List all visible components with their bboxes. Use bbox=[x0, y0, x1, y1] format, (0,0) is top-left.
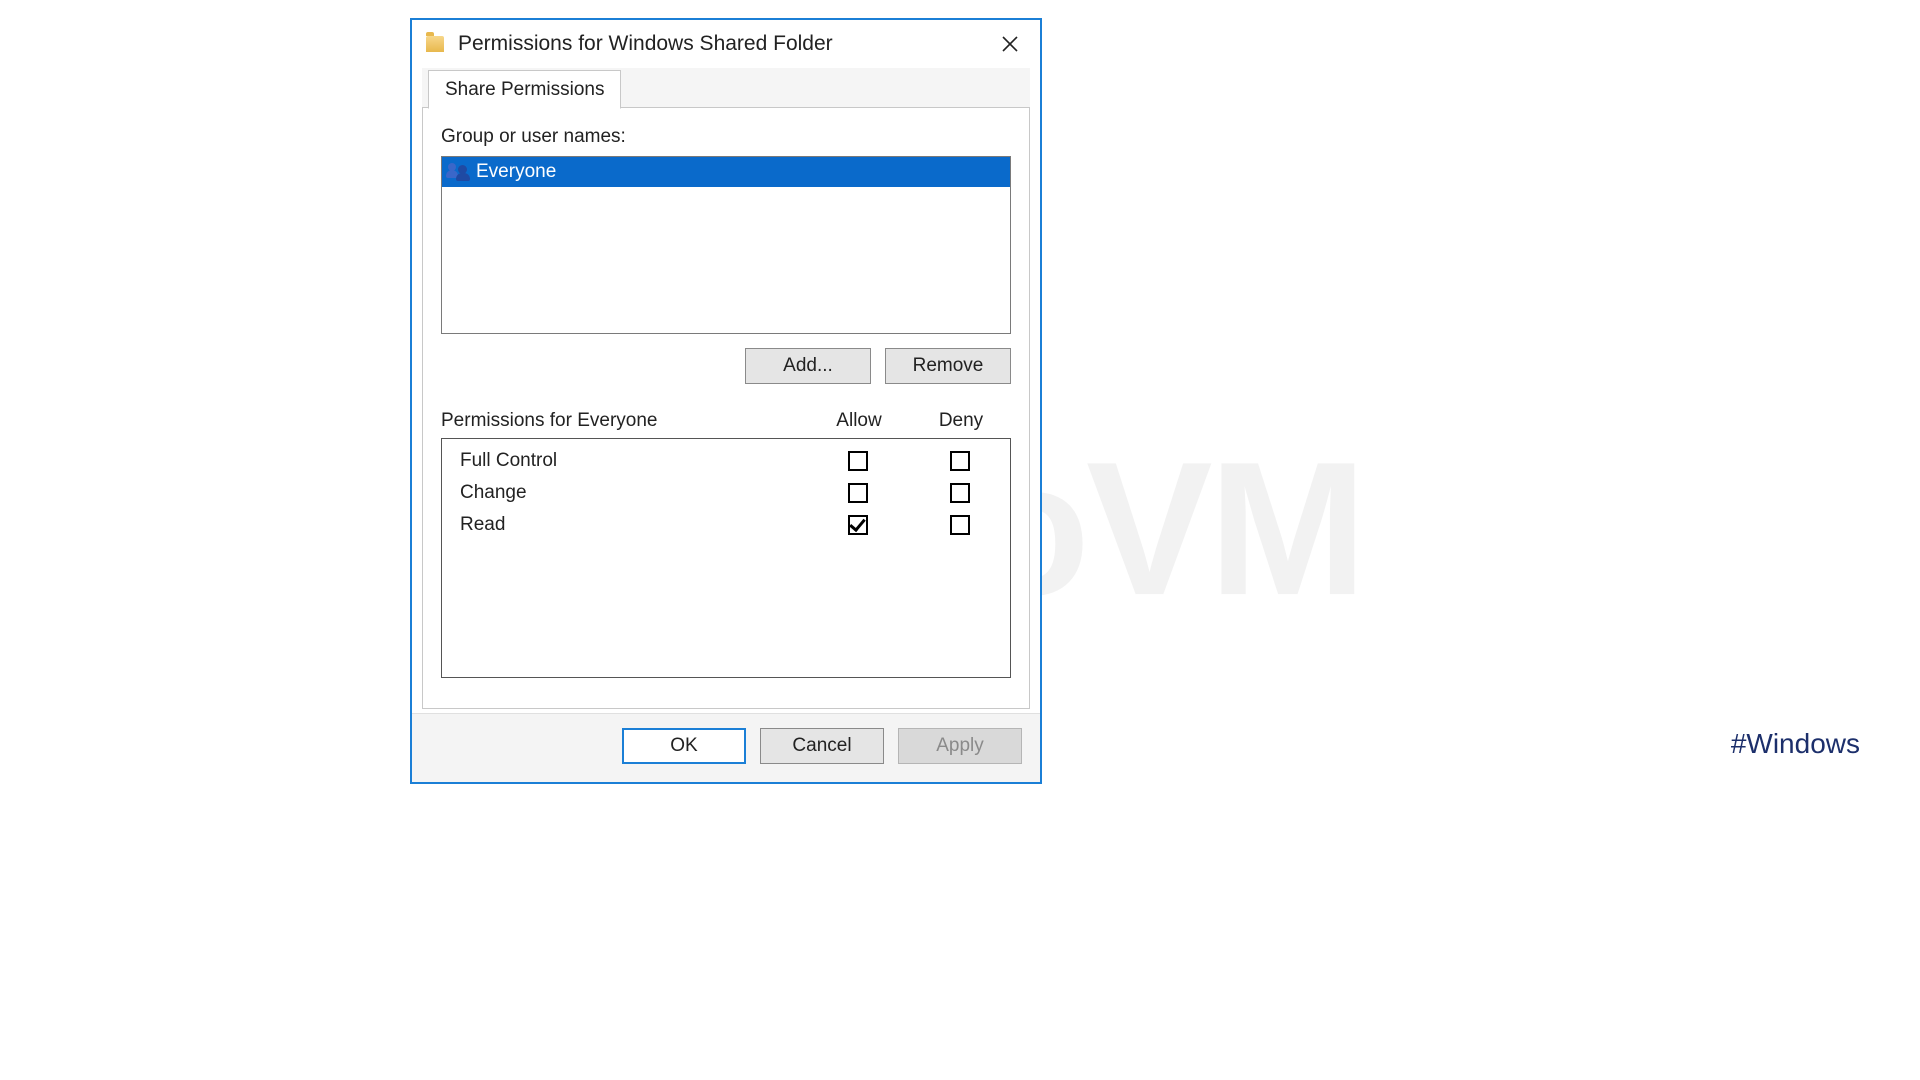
permissions-header: Permissions for Everyone Allow Deny bbox=[441, 410, 1011, 432]
checkbox-read-allow[interactable] bbox=[848, 515, 868, 535]
group-user-listbox[interactable]: Everyone bbox=[441, 156, 1011, 334]
group-user-label: Group or user names: bbox=[441, 126, 1011, 148]
titlebar: Permissions for Windows Shared Folder bbox=[412, 20, 1040, 68]
cancel-button[interactable]: Cancel bbox=[760, 728, 884, 764]
column-deny: Deny bbox=[911, 410, 1011, 432]
perm-row-full-control: Full Control bbox=[442, 445, 1010, 477]
perm-name: Read bbox=[442, 514, 806, 536]
tab-share-permissions[interactable]: Share Permissions bbox=[428, 70, 621, 109]
tab-body: Group or user names: Everyone Add... Rem… bbox=[422, 108, 1030, 709]
checkbox-change-allow[interactable] bbox=[848, 483, 868, 503]
checkbox-read-deny[interactable] bbox=[950, 515, 970, 535]
column-allow: Allow bbox=[807, 410, 911, 432]
list-item-label: Everyone bbox=[476, 161, 556, 183]
permissions-for-label: Permissions for Everyone bbox=[441, 410, 807, 432]
close-icon bbox=[1001, 35, 1019, 53]
apply-button[interactable]: Apply bbox=[898, 728, 1022, 764]
dialog-title: Permissions for Windows Shared Folder bbox=[458, 32, 990, 56]
remove-button[interactable]: Remove bbox=[885, 348, 1011, 384]
dialog-button-row: OK Cancel Apply bbox=[412, 713, 1040, 782]
checkbox-change-deny[interactable] bbox=[950, 483, 970, 503]
permissions-grid: Full Control Change Read bbox=[441, 438, 1011, 678]
perm-row-read: Read bbox=[442, 509, 1010, 541]
tab-strip: Share Permissions bbox=[422, 68, 1030, 108]
hashtag-text: #Windows bbox=[1731, 728, 1860, 760]
perm-name: Full Control bbox=[442, 450, 806, 472]
list-item-everyone[interactable]: Everyone bbox=[442, 157, 1010, 187]
checkbox-full-control-deny[interactable] bbox=[950, 451, 970, 471]
ok-button[interactable]: OK bbox=[622, 728, 746, 764]
permissions-dialog: Permissions for Windows Shared Folder Sh… bbox=[410, 18, 1042, 784]
group-icon bbox=[448, 163, 470, 181]
checkbox-full-control-allow[interactable] bbox=[848, 451, 868, 471]
close-button[interactable] bbox=[990, 24, 1030, 64]
perm-row-change: Change bbox=[442, 477, 1010, 509]
add-button[interactable]: Add... bbox=[745, 348, 871, 384]
perm-name: Change bbox=[442, 482, 806, 504]
folder-icon bbox=[426, 36, 444, 52]
